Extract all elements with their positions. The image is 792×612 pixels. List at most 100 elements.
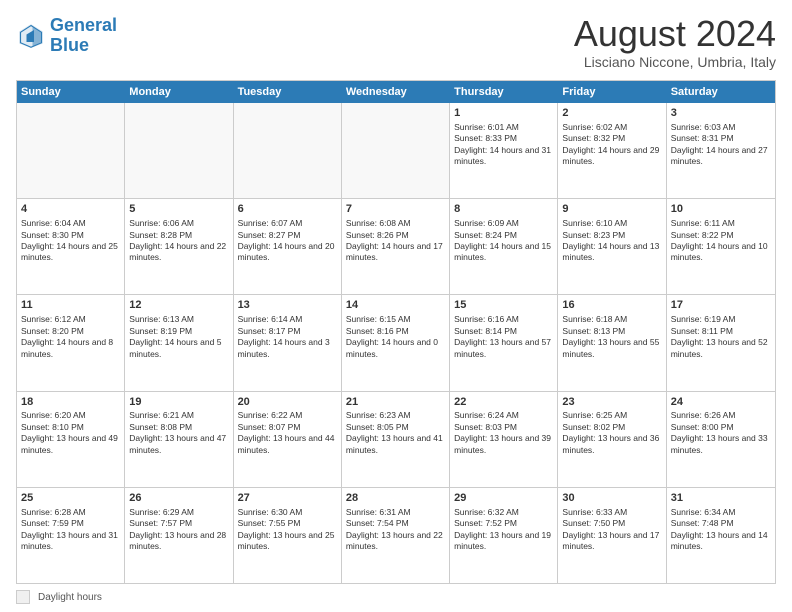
logo-general: General xyxy=(50,15,117,35)
sunset-text: Sunset: 8:13 PM xyxy=(562,326,661,337)
sunset-text: Sunset: 8:07 PM xyxy=(238,422,337,433)
sunrise-text: Sunrise: 6:25 AM xyxy=(562,410,661,421)
calendar-cell: 17Sunrise: 6:19 AMSunset: 8:11 PMDayligh… xyxy=(667,295,775,390)
day-number: 6 xyxy=(238,202,337,217)
day-number: 26 xyxy=(129,491,228,506)
daylight-text: Daylight: 13 hours and 17 minutes. xyxy=(562,530,661,553)
sunrise-text: Sunrise: 6:24 AM xyxy=(454,410,553,421)
calendar-row-1: 1Sunrise: 6:01 AMSunset: 8:33 PMDaylight… xyxy=(17,103,775,199)
sunset-text: Sunset: 8:08 PM xyxy=(129,422,228,433)
daylight-text: Daylight: 14 hours and 20 minutes. xyxy=(238,241,337,264)
logo-icon xyxy=(16,21,46,51)
sunset-text: Sunset: 8:23 PM xyxy=(562,230,661,241)
calendar-cell: 2Sunrise: 6:02 AMSunset: 8:32 PMDaylight… xyxy=(558,103,666,198)
day-number: 16 xyxy=(562,298,661,313)
sunrise-text: Sunrise: 6:31 AM xyxy=(346,507,445,518)
calendar-row-2: 4Sunrise: 6:04 AMSunset: 8:30 PMDaylight… xyxy=(17,199,775,295)
daylight-text: Daylight: 14 hours and 5 minutes. xyxy=(129,337,228,360)
sunrise-text: Sunrise: 6:02 AM xyxy=(562,122,661,133)
day-number: 27 xyxy=(238,491,337,506)
calendar-cell: 16Sunrise: 6:18 AMSunset: 8:13 PMDayligh… xyxy=(558,295,666,390)
sunrise-text: Sunrise: 6:12 AM xyxy=(21,314,120,325)
day-number: 17 xyxy=(671,298,771,313)
header-monday: Monday xyxy=(125,81,233,103)
sunset-text: Sunset: 8:14 PM xyxy=(454,326,553,337)
sunrise-text: Sunrise: 6:10 AM xyxy=(562,218,661,229)
sunset-text: Sunset: 8:32 PM xyxy=(562,133,661,144)
day-number: 28 xyxy=(346,491,445,506)
calendar-cell xyxy=(125,103,233,198)
sunset-text: Sunset: 8:05 PM xyxy=(346,422,445,433)
sunset-text: Sunset: 8:26 PM xyxy=(346,230,445,241)
logo-text: General Blue xyxy=(50,16,117,56)
header-tuesday: Tuesday xyxy=(234,81,342,103)
day-number: 21 xyxy=(346,395,445,410)
day-number: 11 xyxy=(21,298,120,313)
calendar-row-5: 25Sunrise: 6:28 AMSunset: 7:59 PMDayligh… xyxy=(17,488,775,583)
daylight-text: Daylight: 13 hours and 47 minutes. xyxy=(129,433,228,456)
sunrise-text: Sunrise: 6:26 AM xyxy=(671,410,771,421)
sunset-text: Sunset: 8:03 PM xyxy=(454,422,553,433)
daylight-label: Daylight hours xyxy=(38,592,102,603)
daylight-text: Daylight: 14 hours and 13 minutes. xyxy=(562,241,661,264)
sunrise-text: Sunrise: 6:34 AM xyxy=(671,507,771,518)
sunrise-text: Sunrise: 6:23 AM xyxy=(346,410,445,421)
calendar-cell xyxy=(17,103,125,198)
daylight-text: Daylight: 14 hours and 10 minutes. xyxy=(671,241,771,264)
day-number: 18 xyxy=(21,395,120,410)
calendar-header: Sunday Monday Tuesday Wednesday Thursday… xyxy=(17,81,775,103)
daylight-text: Daylight: 13 hours and 39 minutes. xyxy=(454,433,553,456)
calendar-cell: 1Sunrise: 6:01 AMSunset: 8:33 PMDaylight… xyxy=(450,103,558,198)
daylight-text: Daylight: 13 hours and 52 minutes. xyxy=(671,337,771,360)
calendar-cell: 28Sunrise: 6:31 AMSunset: 7:54 PMDayligh… xyxy=(342,488,450,583)
calendar-cell xyxy=(342,103,450,198)
title-block: August 2024 Lisciano Niccone, Umbria, It… xyxy=(574,16,776,70)
sunrise-text: Sunrise: 6:16 AM xyxy=(454,314,553,325)
header-thursday: Thursday xyxy=(450,81,558,103)
sunset-text: Sunset: 8:17 PM xyxy=(238,326,337,337)
calendar-cell: 26Sunrise: 6:29 AMSunset: 7:57 PMDayligh… xyxy=(125,488,233,583)
calendar-cell: 21Sunrise: 6:23 AMSunset: 8:05 PMDayligh… xyxy=(342,392,450,487)
daylight-text: Daylight: 13 hours and 14 minutes. xyxy=(671,530,771,553)
calendar: Sunday Monday Tuesday Wednesday Thursday… xyxy=(16,80,776,584)
sunset-text: Sunset: 8:11 PM xyxy=(671,326,771,337)
day-number: 30 xyxy=(562,491,661,506)
sunrise-text: Sunrise: 6:22 AM xyxy=(238,410,337,421)
calendar-cell: 19Sunrise: 6:21 AMSunset: 8:08 PMDayligh… xyxy=(125,392,233,487)
sunrise-text: Sunrise: 6:08 AM xyxy=(346,218,445,229)
sunrise-text: Sunrise: 6:01 AM xyxy=(454,122,553,133)
calendar-cell: 11Sunrise: 6:12 AMSunset: 8:20 PMDayligh… xyxy=(17,295,125,390)
calendar-cell: 9Sunrise: 6:10 AMSunset: 8:23 PMDaylight… xyxy=(558,199,666,294)
daylight-text: Daylight: 13 hours and 31 minutes. xyxy=(21,530,120,553)
calendar-cell: 10Sunrise: 6:11 AMSunset: 8:22 PMDayligh… xyxy=(667,199,775,294)
sunset-text: Sunset: 8:20 PM xyxy=(21,326,120,337)
sunset-text: Sunset: 8:30 PM xyxy=(21,230,120,241)
calendar-cell: 15Sunrise: 6:16 AMSunset: 8:14 PMDayligh… xyxy=(450,295,558,390)
sunrise-text: Sunrise: 6:09 AM xyxy=(454,218,553,229)
calendar-cell: 18Sunrise: 6:20 AMSunset: 8:10 PMDayligh… xyxy=(17,392,125,487)
daylight-text: Daylight: 13 hours and 44 minutes. xyxy=(238,433,337,456)
day-number: 19 xyxy=(129,395,228,410)
day-number: 13 xyxy=(238,298,337,313)
calendar-cell: 30Sunrise: 6:33 AMSunset: 7:50 PMDayligh… xyxy=(558,488,666,583)
header-wednesday: Wednesday xyxy=(342,81,450,103)
sunrise-text: Sunrise: 6:06 AM xyxy=(129,218,228,229)
day-number: 23 xyxy=(562,395,661,410)
daylight-text: Daylight: 14 hours and 22 minutes. xyxy=(129,241,228,264)
sunrise-text: Sunrise: 6:32 AM xyxy=(454,507,553,518)
daylight-text: Daylight: 13 hours and 57 minutes. xyxy=(454,337,553,360)
sunrise-text: Sunrise: 6:13 AM xyxy=(129,314,228,325)
daylight-text: Daylight: 14 hours and 27 minutes. xyxy=(671,145,771,168)
subtitle: Lisciano Niccone, Umbria, Italy xyxy=(574,54,776,70)
calendar-cell: 14Sunrise: 6:15 AMSunset: 8:16 PMDayligh… xyxy=(342,295,450,390)
day-number: 20 xyxy=(238,395,337,410)
main-title: August 2024 xyxy=(574,16,776,52)
calendar-row-3: 11Sunrise: 6:12 AMSunset: 8:20 PM Dayligh… xyxy=(17,295,775,391)
sunset-text: Sunset: 7:50 PM xyxy=(562,518,661,529)
sunrise-text: Sunrise: 6:21 AM xyxy=(129,410,228,421)
daylight-text: Daylight: 13 hours and 41 minutes. xyxy=(346,433,445,456)
calendar-cell: 12Sunrise: 6:13 AMSunset: 8:19 PMDayligh… xyxy=(125,295,233,390)
sunrise-text: Sunrise: 6:11 AM xyxy=(671,218,771,229)
daylight-text: Daylight: 13 hours and 19 minutes. xyxy=(454,530,553,553)
sunset-text: Sunset: 7:59 PM xyxy=(21,518,120,529)
